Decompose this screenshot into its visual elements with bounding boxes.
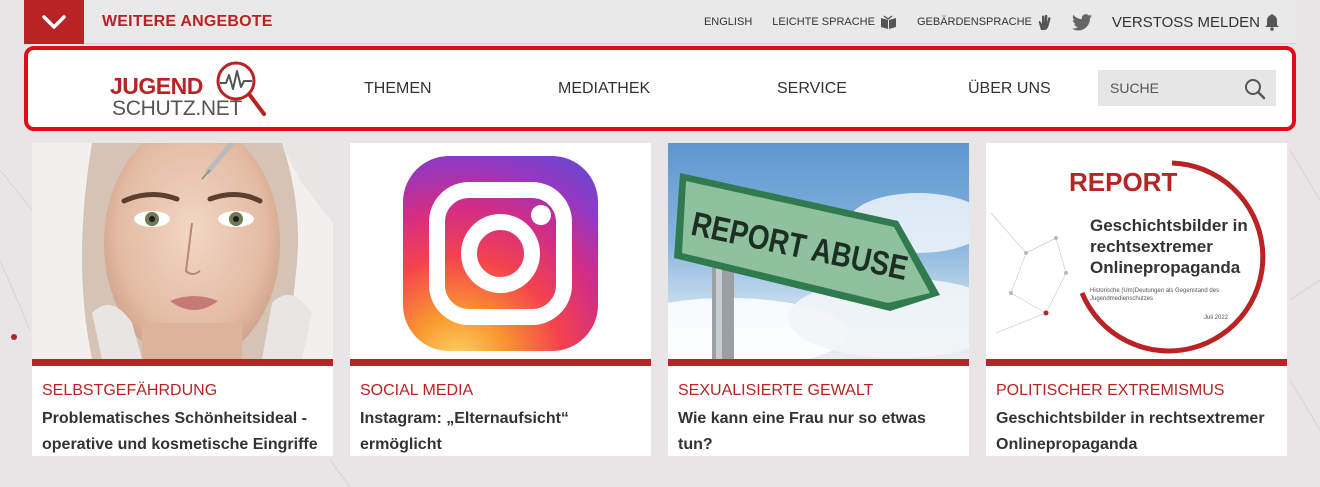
report-cover-date: Juli 2022	[1204, 315, 1229, 321]
card-accent-bar	[986, 359, 1287, 366]
road-sign-illustration: REPORT ABUSE	[668, 173, 969, 359]
report-cover-subtitle: Historische (Um)Deutungen als Gegenstand…	[1090, 288, 1220, 302]
sign-language-label: GEBÄRDENSPRACHE	[916, 16, 1032, 28]
report-cover-label: REPORT	[1069, 167, 1178, 197]
decorative-dot	[11, 334, 17, 340]
nav-item-themen[interactable]: THEMEN	[364, 50, 432, 127]
card-accent-bar	[668, 359, 969, 366]
utility-links: ENGLISH LEICHTE SPRACHE GEBÄRDENSPRACHE …	[704, 0, 1296, 44]
article-title: Instagram: „Elternaufsicht“ ermöglicht	[360, 410, 569, 453]
article-title: Problematisches Schönheitsideal - operat…	[42, 410, 318, 453]
english-link[interactable]: ENGLISH	[704, 16, 752, 28]
article-image-face	[32, 143, 333, 359]
twitter-icon	[1071, 13, 1092, 30]
more-offers-link[interactable]: WEITERE ANGEBOTE	[102, 0, 273, 44]
book-icon	[880, 14, 896, 29]
search-icon[interactable]	[1244, 78, 1266, 100]
article-card[interactable]: SELBSTGEFÄHRDUNG Problematisches Schönhe…	[32, 143, 333, 456]
site-logo[interactable]: JUGEND SCHUTZ.NET	[110, 55, 270, 123]
article-title: Wie kann eine Frau nur so etwas tun?	[678, 410, 926, 453]
article-category: POLITISCHER EXTREMISMUS	[996, 382, 1225, 399]
hand-icon	[1038, 14, 1051, 30]
logo-text-line1: JUGEND	[110, 73, 203, 99]
magnifier-pulse-icon	[216, 61, 266, 116]
more-offers-toggle-button[interactable]	[24, 0, 84, 44]
search-box	[1098, 70, 1276, 106]
report-cover-title: Geschichtsbilder in rechtsextremer Onlin…	[1090, 216, 1248, 277]
article-category: SOCIAL MEDIA	[360, 382, 474, 399]
article-card[interactable]: REPORT Geschichtsbilder in rechtsextreme…	[986, 143, 1287, 456]
report-violation-link[interactable]: VERSTOSS MELDEN	[1112, 13, 1280, 31]
search-input[interactable]	[1098, 80, 1238, 96]
article-image-instagram	[350, 143, 651, 359]
bell-icon	[1265, 14, 1279, 31]
article-image-report-abuse-sign: REPORT ABUSE	[668, 143, 969, 359]
article-category: SEXUALISIERTE GEWALT	[678, 382, 874, 399]
article-card[interactable]: SOCIAL MEDIA Instagram: „Elternaufsicht“…	[350, 143, 651, 456]
instagram-icon	[403, 156, 598, 351]
card-accent-bar	[32, 359, 333, 366]
report-violation-label: VERSTOSS MELDEN	[1111, 13, 1260, 31]
face-illustration	[32, 143, 333, 359]
main-navigation: JUGEND SCHUTZ.NET THEMEN MEDIATHEK SERVI…	[24, 46, 1296, 131]
easy-language-label: LEICHTE SPRACHE	[772, 16, 875, 28]
english-link-label: ENGLISH	[703, 16, 753, 28]
easy-language-link[interactable]: LEICHTE SPRACHE	[772, 14, 897, 30]
twitter-link[interactable]	[1071, 13, 1092, 31]
nav-item-mediathek[interactable]: MEDIATHEK	[558, 50, 650, 127]
nav-item-service[interactable]: SERVICE	[777, 50, 847, 127]
nav-item-ueber-uns[interactable]: ÜBER UNS	[968, 50, 1051, 127]
sign-language-link[interactable]: GEBÄRDENSPRACHE	[917, 14, 1052, 31]
card-accent-bar	[350, 359, 651, 366]
article-image-report-cover: REPORT Geschichtsbilder in rechtsextreme…	[986, 143, 1287, 359]
utility-bar: WEITERE ANGEBOTE ENGLISH LEICHTE SPRACHE…	[24, 0, 1296, 44]
article-card[interactable]: REPORT ABUSE SEXUALISIERTE GEWALT Wie ka…	[668, 143, 969, 456]
chevron-down-icon	[42, 15, 66, 29]
article-category: SELBSTGEFÄHRDUNG	[42, 382, 218, 399]
article-title: Geschichtsbilder in rechtsextremer Onlin…	[996, 410, 1265, 453]
